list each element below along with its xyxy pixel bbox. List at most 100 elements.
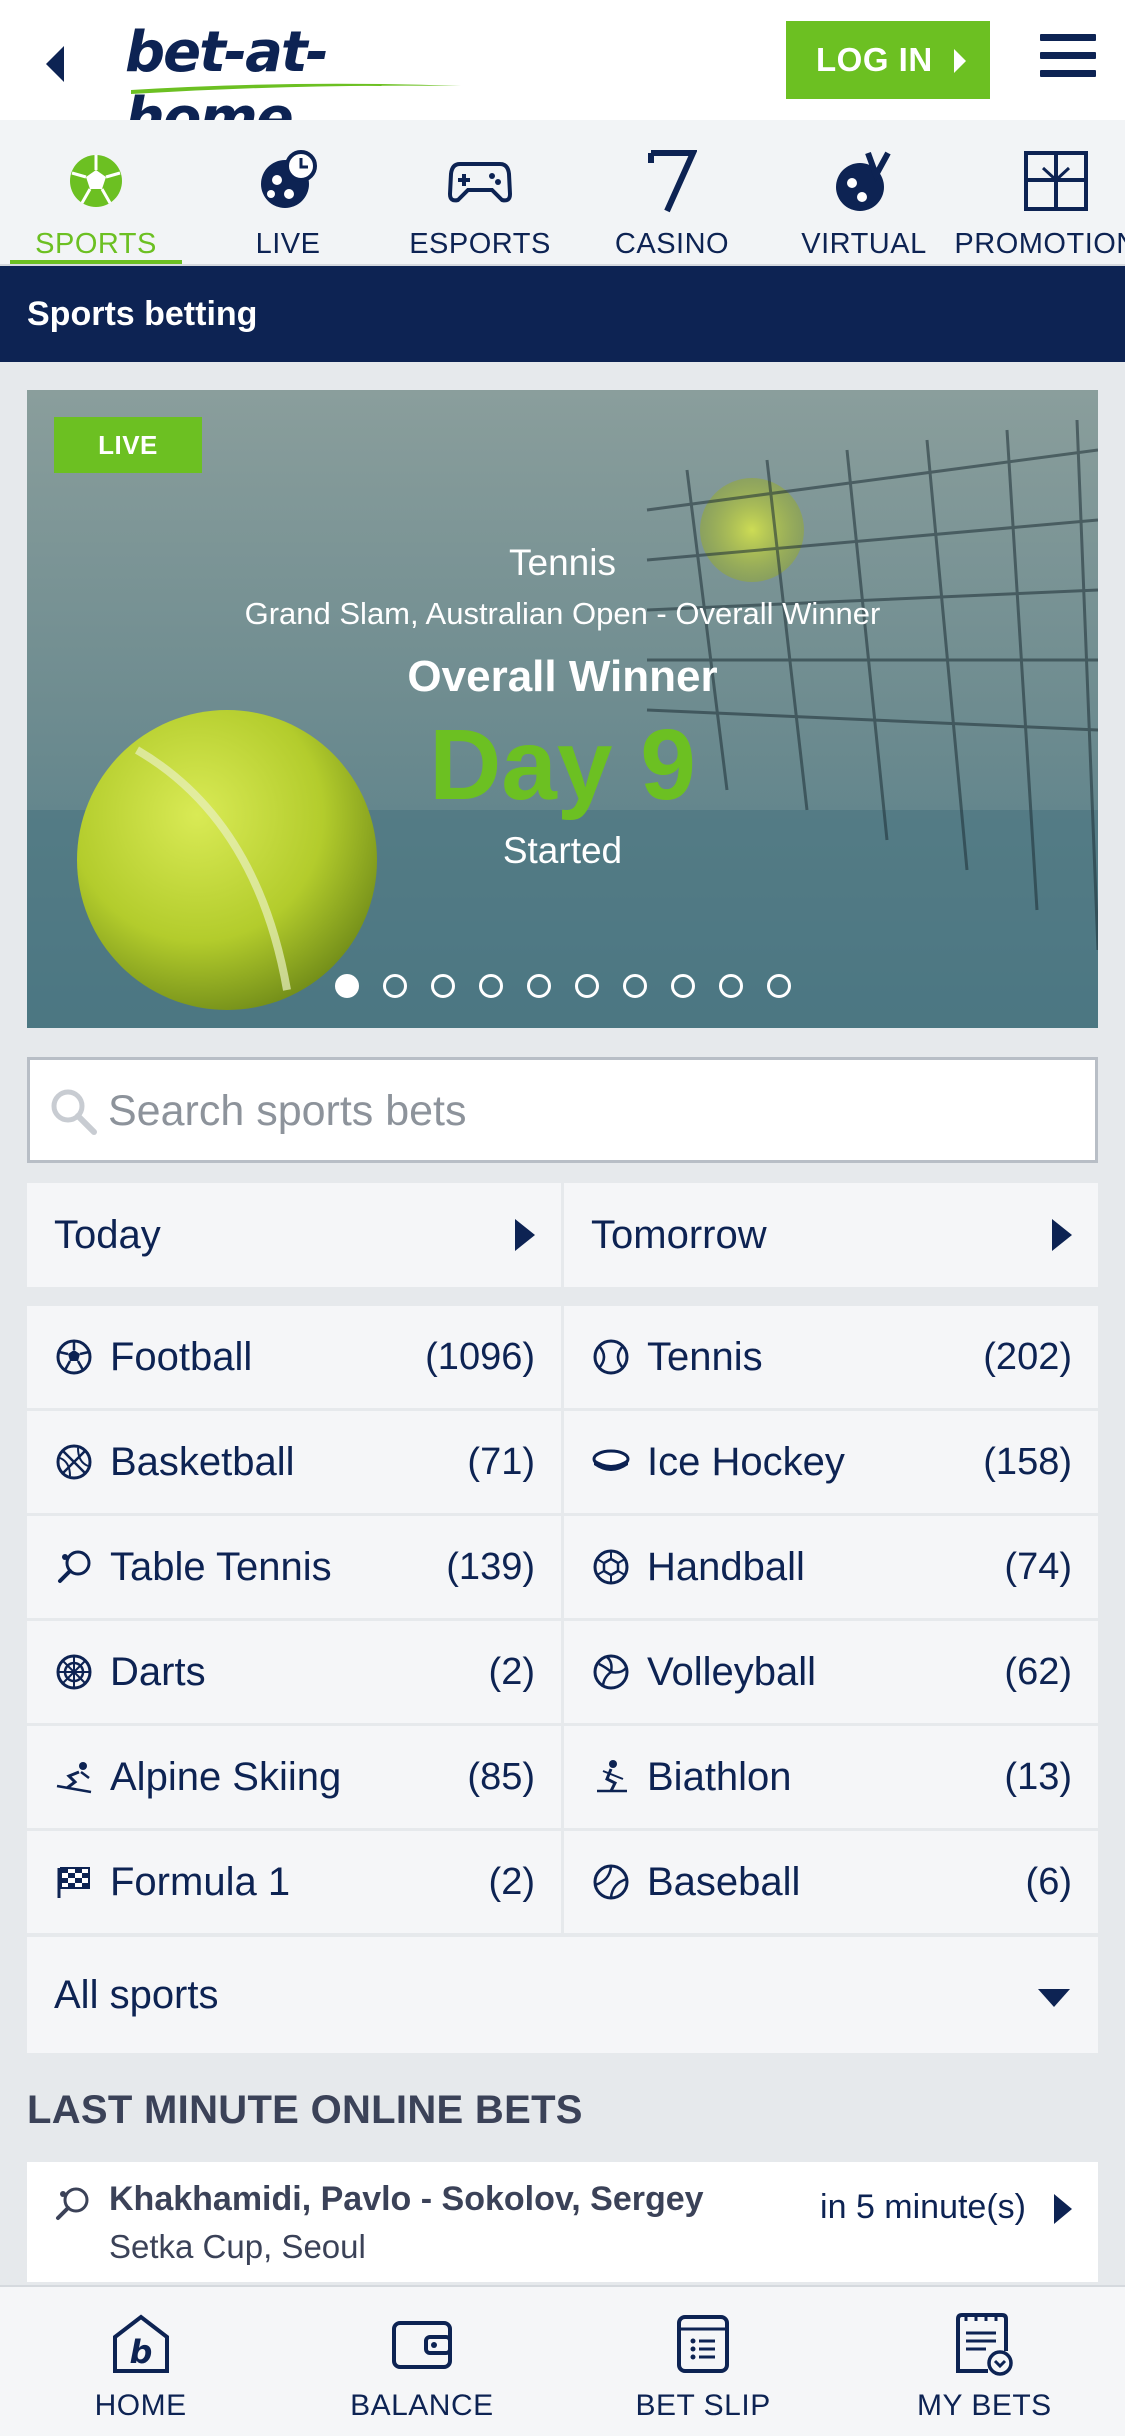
- bottom-tab-label: MY BETS: [917, 2389, 1052, 2422]
- carousel-dot[interactable]: [718, 974, 743, 998]
- dartboard-icon: [54, 1652, 94, 1692]
- today-button[interactable]: Today: [27, 1183, 561, 1287]
- handball-icon: [591, 1547, 631, 1587]
- bottom-tab-home[interactable]: b HOME: [0, 2287, 281, 2436]
- bottom-tab-label: BET SLIP: [635, 2389, 771, 2422]
- sport-count: (71): [467, 1441, 535, 1483]
- search-box: [27, 1057, 1098, 1163]
- sport-item-handball[interactable]: Handball (74): [564, 1516, 1098, 1618]
- hamburger-menu-button[interactable]: [1040, 34, 1100, 86]
- top-header: bet-at-home LOG IN: [0, 0, 1125, 151]
- carousel-dot[interactable]: [766, 974, 791, 998]
- bottom-tab-balance[interactable]: BALANCE: [281, 2287, 562, 2436]
- seven-icon: [639, 148, 705, 214]
- paddle-icon: [56, 2187, 89, 2220]
- sport-name: Formula 1: [110, 1859, 291, 1904]
- sport-name: Volleyball: [647, 1649, 817, 1694]
- checkered-flag-icon: [54, 1862, 94, 1902]
- triangle-right-icon: [1054, 2194, 1072, 2224]
- carousel-dot[interactable]: [334, 974, 359, 998]
- sports-list: Football (1096) Tennis (202) Basketball …: [27, 1306, 1098, 1933]
- sport-count: (62): [1004, 1651, 1072, 1693]
- sport-count: (158): [983, 1441, 1072, 1483]
- sport-name: Table Tennis: [110, 1544, 332, 1589]
- nav-tab-label: PROMOTIONS: [954, 228, 1125, 260]
- last-minute-bet-row[interactable]: Khakhamidi, Pavlo - Sokolov, Sergey Setk…: [27, 2162, 1098, 2282]
- tomorrow-button[interactable]: Tomorrow: [564, 1183, 1098, 1287]
- sport-item-formula-1[interactable]: Formula 1 (2): [27, 1831, 561, 1933]
- sport-name: Basketball: [110, 1439, 295, 1484]
- bottom-tab-my-bets[interactable]: MY BETS: [844, 2287, 1125, 2436]
- nav-tab-virtual[interactable]: VIRTUAL: [768, 120, 960, 264]
- sport-name: Tennis: [647, 1334, 763, 1379]
- sport-item-ice-hockey[interactable]: Ice Hockey (158): [564, 1411, 1098, 1513]
- day-filter-row: Today Tomorrow: [27, 1183, 1098, 1287]
- mybets-icon: [952, 2311, 1016, 2377]
- sport-item-darts[interactable]: Darts (2): [27, 1621, 561, 1723]
- banner-sport: Tennis: [509, 542, 616, 583]
- sport-name: Ice Hockey: [647, 1439, 845, 1484]
- nav-tab-sports[interactable]: SPORTS: [0, 120, 192, 264]
- sport-item-table-tennis[interactable]: Table Tennis (139): [27, 1516, 561, 1618]
- today-label: Today: [54, 1213, 161, 1257]
- sport-item-basketball[interactable]: Basketball (71): [27, 1411, 561, 1513]
- sport-item-biathlon[interactable]: Biathlon (13): [564, 1726, 1098, 1828]
- sport-name: Handball: [647, 1544, 805, 1589]
- carousel-dot[interactable]: [622, 974, 647, 998]
- nav-tab-label: CASINO: [614, 228, 730, 260]
- sport-count: (85): [467, 1756, 535, 1798]
- search-icon: [51, 1089, 97, 1135]
- sport-count: (74): [1004, 1546, 1072, 1588]
- carousel-dot[interactable]: [478, 974, 503, 998]
- carousel-dot[interactable]: [526, 974, 551, 998]
- carousel-dot[interactable]: [574, 974, 599, 998]
- nav-tab-label: ESPORTS: [409, 228, 551, 260]
- gamepad-icon: [447, 148, 513, 214]
- sport-count: (13): [1004, 1756, 1072, 1798]
- sport-name: Baseball: [647, 1859, 801, 1904]
- all-sports-dropdown[interactable]: All sports: [27, 1937, 1098, 2053]
- nav-tab-live[interactable]: LIVE: [192, 120, 384, 264]
- promo-banner-carousel[interactable]: LIVE Tennis Grand Slam, Australian Open …: [27, 390, 1098, 1028]
- sport-count: (2): [488, 1861, 535, 1903]
- football-icon: [54, 1337, 94, 1377]
- live-icon: [255, 148, 321, 214]
- triangle-right-icon: [1052, 1219, 1072, 1251]
- sport-item-baseball[interactable]: Baseball (6): [564, 1831, 1098, 1933]
- search-input[interactable]: [108, 1078, 1068, 1144]
- sport-name: Alpine Skiing: [110, 1754, 342, 1799]
- sport-name: Darts: [110, 1649, 206, 1694]
- match-name: Khakhamidi, Pavlo - Sokolov, Sergey: [109, 2180, 704, 2218]
- sport-count: (6): [1025, 1861, 1072, 1903]
- paddle-icon: [54, 1547, 94, 1587]
- sport-count: (1096): [425, 1336, 535, 1378]
- match-start-time: in 5 minute(s): [820, 2188, 1026, 2226]
- sport-item-alpine-skiing[interactable]: Alpine Skiing (85): [27, 1726, 561, 1828]
- banner-status: Started: [502, 830, 623, 871]
- football-icon: [63, 148, 129, 214]
- last-minute-heading: LAST MINUTE ONLINE BETS: [27, 2088, 583, 2132]
- bottom-tab-label: BALANCE: [350, 2389, 494, 2422]
- carousel-dot[interactable]: [382, 974, 407, 998]
- home-icon: b: [111, 2311, 171, 2377]
- brand-logo[interactable]: bet-at-home: [125, 20, 465, 151]
- triangle-right-icon: [515, 1219, 535, 1251]
- sport-item-tennis[interactable]: Tennis (202): [564, 1306, 1098, 1408]
- login-button[interactable]: LOG IN: [786, 21, 990, 99]
- back-button[interactable]: [30, 36, 78, 92]
- betslip-icon: [675, 2311, 731, 2377]
- carousel-dot[interactable]: [670, 974, 695, 998]
- nav-tab-promotions[interactable]: PROMOTIONS: [954, 120, 1125, 264]
- banner-day: Day 9: [429, 709, 696, 821]
- biathlon-icon: [591, 1757, 631, 1797]
- chevron-right-icon: [954, 49, 966, 73]
- sport-item-volleyball[interactable]: Volleyball (62): [564, 1621, 1098, 1723]
- nav-tab-esports[interactable]: ESPORTS: [384, 120, 576, 264]
- carousel-dot[interactable]: [430, 974, 455, 998]
- menu-bar: [1040, 70, 1096, 77]
- menu-bar: [1040, 34, 1096, 41]
- nav-tab-casino[interactable]: CASINO: [576, 120, 768, 264]
- sport-item-football[interactable]: Football (1096): [27, 1306, 561, 1408]
- bottom-tab-bet-slip[interactable]: BET SLIP: [563, 2287, 844, 2436]
- skier-icon: [54, 1757, 94, 1797]
